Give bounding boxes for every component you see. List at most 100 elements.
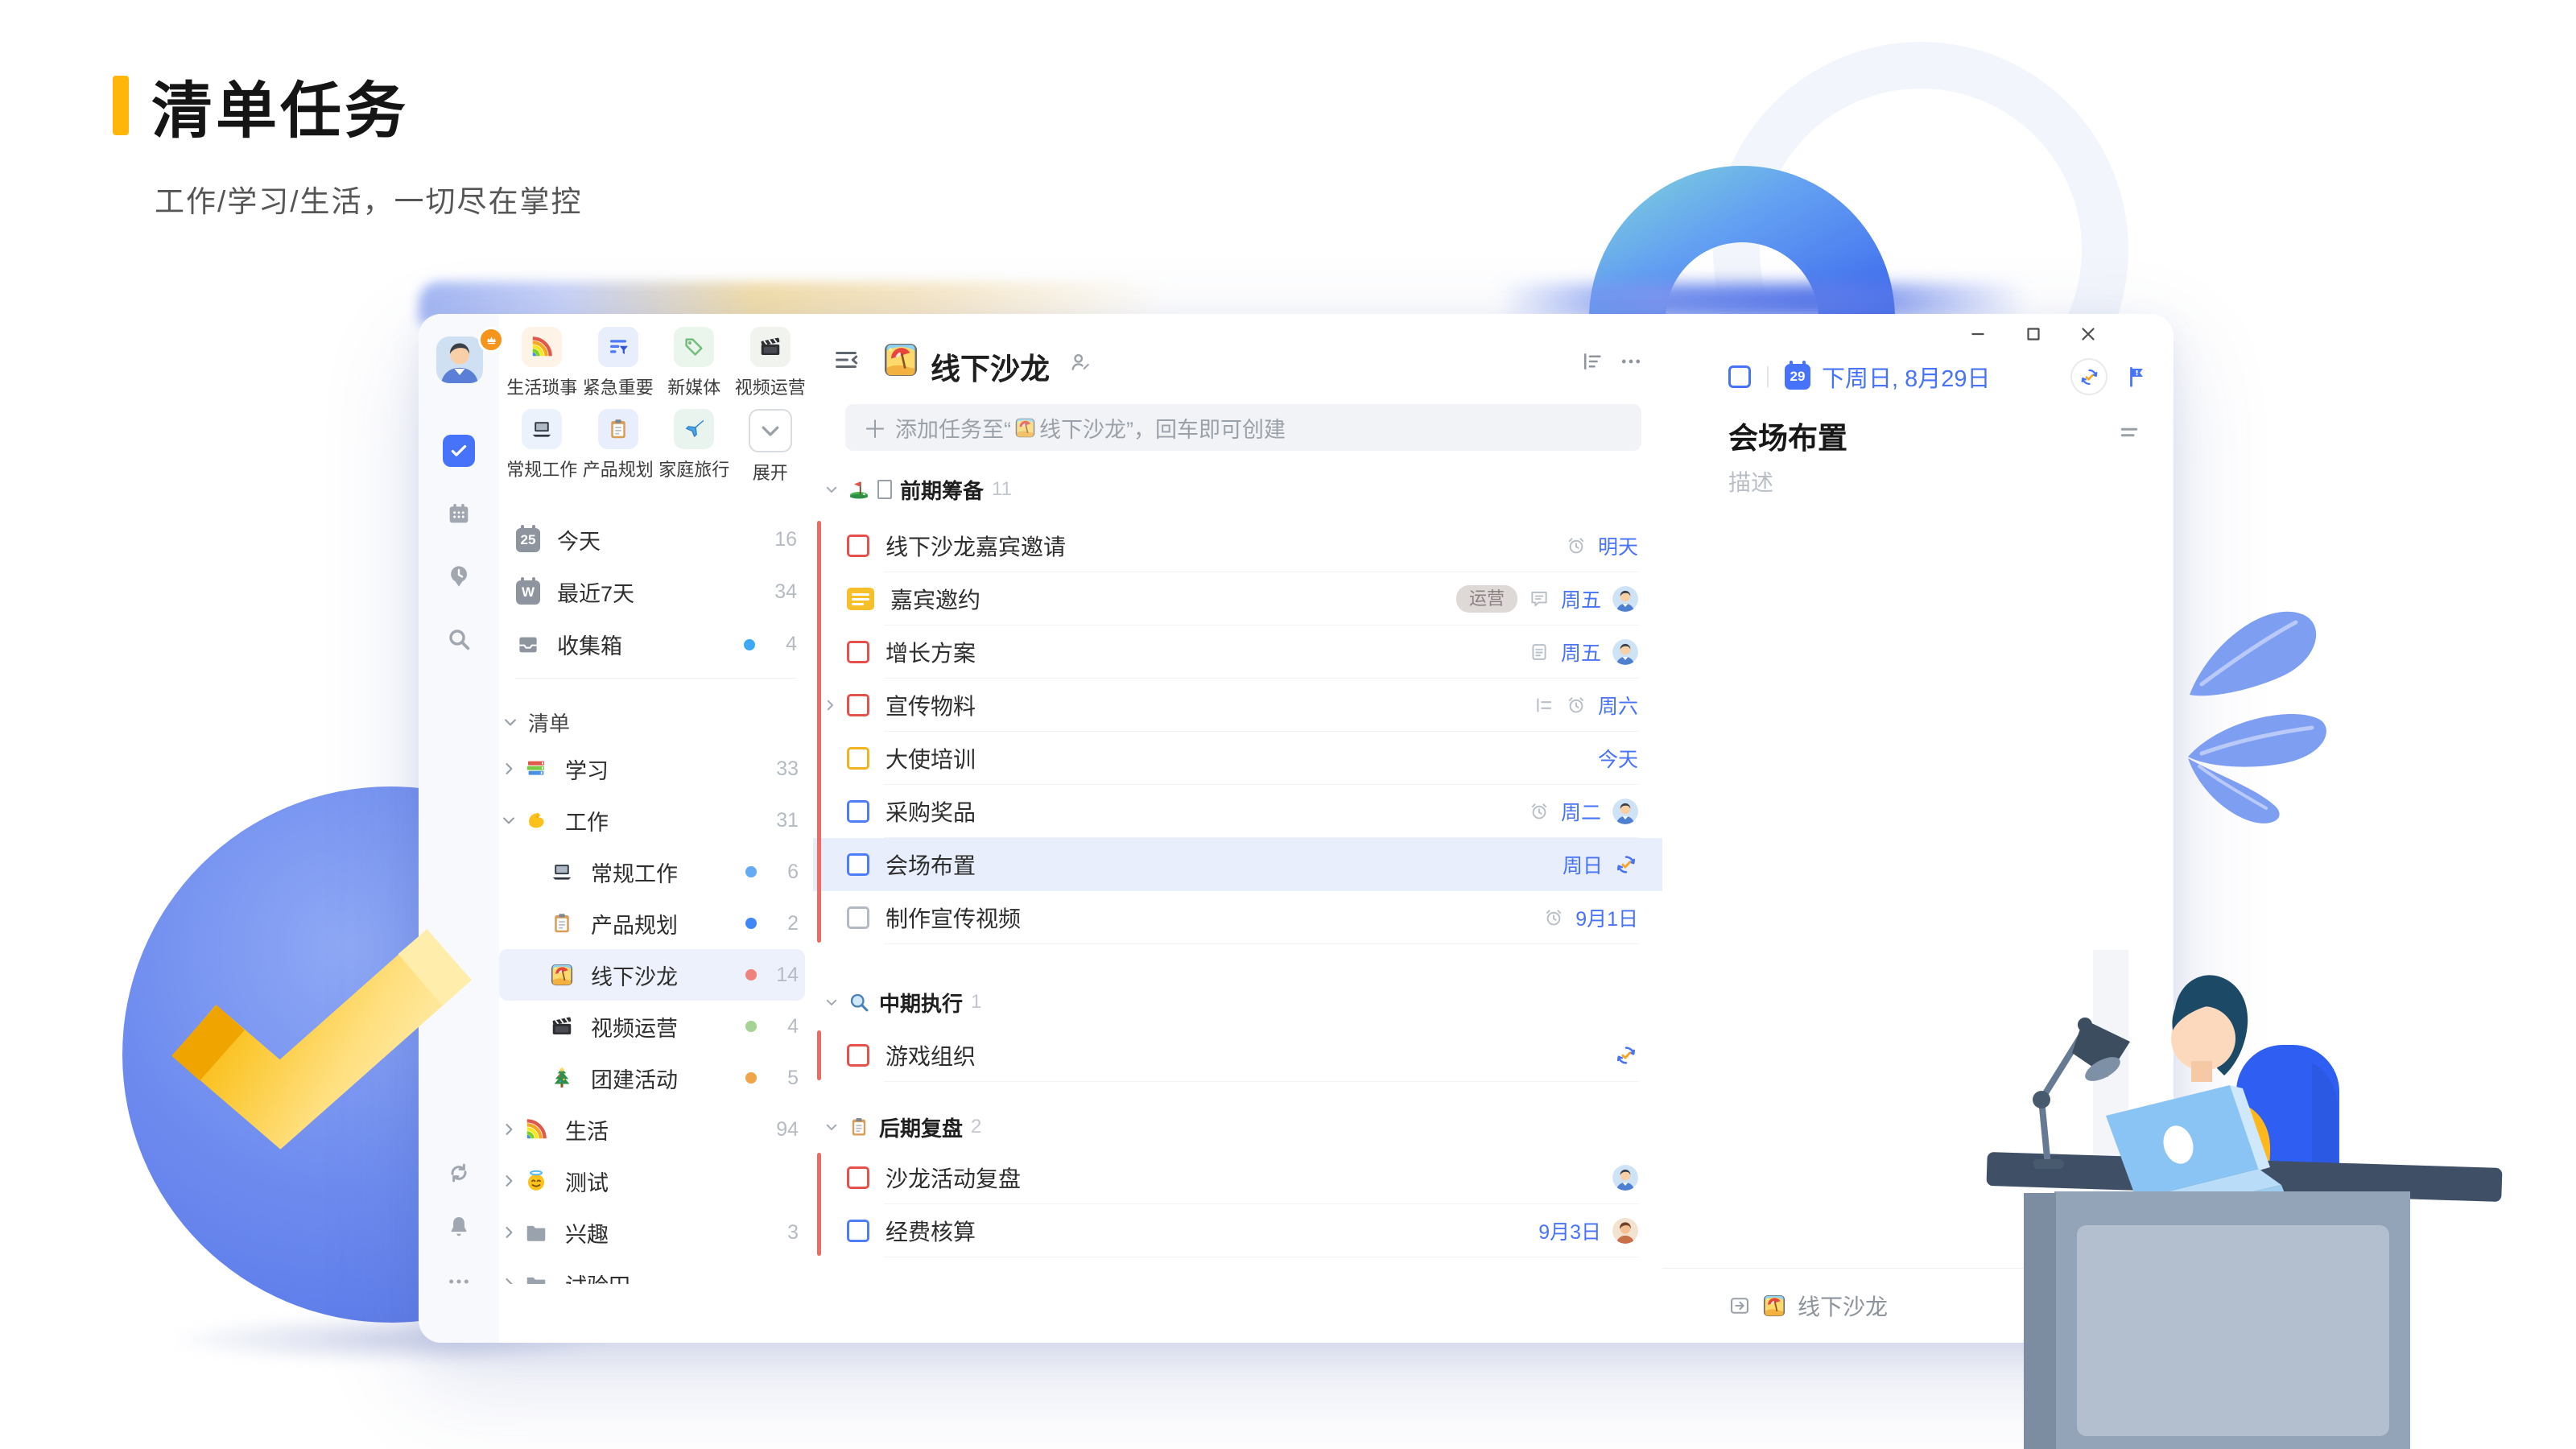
close-button[interactable] (2076, 322, 2100, 346)
task-row[interactable]: 制作宣传视频 9月1日 (813, 891, 1662, 944)
task-checkbox[interactable] (847, 694, 869, 716)
task-row[interactable]: 增长方案 周五 (813, 625, 1662, 679)
add-task-input[interactable]: ＋ 添加任务至“ 线下沙龙 ”，回车即可创建 (845, 404, 1641, 451)
task-checkbox[interactable] (847, 747, 869, 770)
chevron-down-icon (824, 482, 839, 497)
notifications-icon[interactable] (443, 1211, 475, 1243)
sidebar-list-item[interactable]: 生活 94 (499, 1104, 805, 1155)
tasks-view-icon[interactable] (443, 435, 475, 467)
due-date[interactable]: 下周日, 8月29日 (1822, 360, 1991, 394)
lists-group-header[interactable]: 清单 (502, 705, 805, 739)
task-checkbox[interactable] (847, 1166, 869, 1189)
item-count: 94 (766, 1118, 799, 1141)
section-icon (847, 1116, 871, 1138)
section-header[interactable]: 中期执行1 (824, 985, 1641, 1020)
chevron-icon[interactable] (501, 1276, 517, 1284)
task-checkbox[interactable] (847, 853, 869, 876)
task-checkbox[interactable] (847, 906, 869, 929)
more-options-icon[interactable] (443, 1265, 475, 1298)
sidebar-tag[interactable]: 新媒体 (656, 327, 733, 399)
smart-list-icon: 25 (515, 528, 541, 552)
tag-label: 产品规划 (583, 456, 654, 481)
expand-subtasks-icon[interactable] (823, 698, 837, 712)
section-header[interactable]: 前期筹备11 (824, 472, 1641, 507)
sort-icon[interactable] (1580, 349, 1606, 375)
chevron-icon[interactable] (501, 761, 517, 777)
user-avatar[interactable] (436, 336, 483, 383)
chevron-icon[interactable] (501, 812, 517, 828)
smart-list-item[interactable]: 25 今天 16 (507, 514, 805, 566)
sidebar-list-item[interactable]: 工作 31 (499, 795, 805, 846)
due-date: 周五 (1561, 584, 1601, 613)
task-checkbox[interactable] (847, 800, 869, 823)
task-row[interactable]: 采购奖品 周二 (813, 785, 1662, 838)
sidebar-list-item[interactable]: 试验田 (499, 1258, 805, 1284)
more-icon[interactable] (1619, 349, 1645, 375)
description-placeholder[interactable]: 描述 (1728, 465, 1773, 497)
tag-grid: 生活琐事 紧急重要 新媒体 视频运营 常规工作 产品规划 家庭旅行 展开 (504, 327, 808, 485)
smart-list-item[interactable]: W 最近7天 34 (507, 566, 805, 618)
add-task-placeholder-list: 线下沙龙 (1039, 412, 1126, 444)
sidebar-tag[interactable]: 产品规划 (580, 409, 657, 485)
maximize-button[interactable] (2021, 322, 2046, 346)
chevron-down-icon (502, 714, 518, 730)
detail-menu-icon[interactable] (2117, 420, 2141, 444)
missing-glyph-box (877, 480, 892, 499)
task-row[interactable]: 大使培训 今天 (813, 732, 1662, 785)
task-row[interactable]: 沙龙活动复盘 (813, 1151, 1662, 1204)
task-checkbox[interactable] (847, 588, 874, 610)
sidebar-tag[interactable]: 展开 (733, 409, 809, 485)
move-to-list-icon[interactable] (1728, 1294, 1751, 1317)
smart-list-icon: W (515, 580, 541, 605)
list-color-bar (817, 1153, 821, 1256)
decor-person-at-desk-illustration (1964, 950, 2576, 1449)
section-icon (847, 478, 871, 501)
sidebar-tag[interactable]: 紧急重要 (580, 327, 657, 399)
sidebar-tag[interactable]: 家庭旅行 (656, 409, 733, 485)
sidebar-list-item[interactable]: 学习 33 (499, 743, 805, 795)
pomodoro-view-icon[interactable] (443, 560, 475, 592)
sidebar-list-item[interactable]: 测试 (499, 1155, 805, 1207)
task-row[interactable]: 经费核算 9月3日 (813, 1204, 1662, 1257)
task-checkbox[interactable] (847, 535, 869, 557)
sidebar-list-item[interactable]: 常规工作 6 (499, 846, 805, 898)
priority-flag-button[interactable] (2125, 365, 2149, 389)
sidebar-tag[interactable]: 常规工作 (504, 409, 580, 485)
task-row[interactable]: 线下沙龙嘉宾邀请 明天 (813, 519, 1662, 572)
list-label: 产品规划 (591, 908, 745, 939)
chevron-icon[interactable] (501, 1173, 517, 1189)
section-count: 2 (971, 1116, 981, 1138)
collapse-sidebar-icon[interactable] (832, 346, 865, 378)
task-row[interactable]: 宣传物料 周六 (813, 679, 1662, 732)
detail-task-title[interactable]: 会场布置 (1728, 414, 1847, 457)
calendar-icon[interactable]: 29 (1785, 364, 1810, 390)
task-checkbox[interactable] (847, 1044, 869, 1067)
sidebar-list-item[interactable]: 兴趣 3 (499, 1207, 805, 1258)
sidebar-tag[interactable]: 视频运营 (733, 327, 809, 399)
item-count: 3 (766, 1221, 799, 1245)
smart-list-item[interactable]: 收集箱 4 (507, 618, 805, 671)
sidebar-list-item[interactable]: 产品规划 2 (499, 898, 805, 949)
section-header[interactable]: 后期复盘2 (824, 1109, 1641, 1145)
due-date: 周五 (1561, 638, 1601, 667)
calendar-view-icon[interactable] (443, 497, 475, 530)
task-detail-checkbox[interactable] (1728, 365, 1751, 388)
repeat-button[interactable] (2070, 358, 2107, 395)
task-checkbox[interactable] (847, 641, 869, 663)
task-row[interactable]: 游戏组织 (813, 1029, 1662, 1082)
chevron-icon[interactable] (501, 1224, 517, 1241)
task-row[interactable]: 会场布置 周日 (813, 838, 1662, 891)
task-checkbox[interactable] (847, 1220, 869, 1242)
lists-scroll-area[interactable]: 学习 33 工作 31 常规工作 6 产品规划 2 线下沙龙 14 视频运营 4… (499, 743, 805, 1284)
minimize-button[interactable] (1966, 322, 1990, 346)
share-invite-icon[interactable] (1069, 351, 1093, 375)
sidebar-tag[interactable]: 生活琐事 (504, 327, 580, 399)
task-row[interactable]: 嘉宾邀约 运营周五 (813, 572, 1662, 625)
sidebar-list-item[interactable]: 视频运营 4 (499, 1001, 805, 1052)
chevron-icon[interactable] (501, 1121, 517, 1137)
task-tag[interactable]: 运营 (1456, 585, 1517, 612)
sidebar-list-item[interactable]: 团建活动 5 (499, 1052, 805, 1104)
sidebar-list-item[interactable]: 线下沙龙 14 (499, 949, 805, 1001)
search-icon[interactable] (443, 623, 475, 655)
sync-icon[interactable] (443, 1157, 475, 1189)
